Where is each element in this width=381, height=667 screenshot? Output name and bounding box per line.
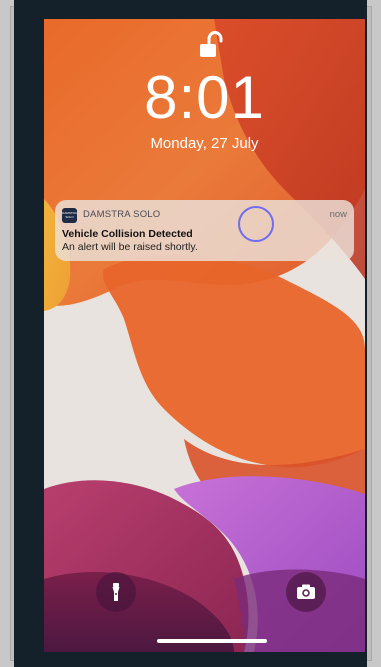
- touch-indicator: [238, 206, 274, 242]
- app-icon-label: DAMSTRA SOLO: [62, 211, 77, 219]
- flashlight-button[interactable]: [96, 572, 136, 612]
- phone-frame: 8:01 Monday, 27 July DAMSTRA SOLO DAMSTR…: [14, 0, 367, 667]
- app-icon: DAMSTRA SOLO: [62, 208, 77, 223]
- lock-screen-time: 8:01: [144, 64, 265, 131]
- notification-time: now: [329, 209, 347, 220]
- notification-title: Vehicle Collision Detected: [62, 228, 193, 240]
- camera-icon: [297, 584, 315, 599]
- camera-button[interactable]: [286, 572, 326, 612]
- notification-header: DAMSTRA SOLO DAMSTRA SOLO now: [62, 208, 347, 224]
- notification-card[interactable]: DAMSTRA SOLO DAMSTRA SOLO now Vehicle Co…: [55, 200, 354, 261]
- home-indicator[interactable]: [157, 639, 267, 643]
- unlocked-padlock-icon: [187, 30, 227, 61]
- lock-screen-date: Monday, 27 July: [150, 135, 259, 152]
- notification-body: An alert will be raised shortly.: [62, 241, 198, 253]
- lock-screen: 8:01 Monday, 27 July DAMSTRA SOLO DAMSTR…: [44, 19, 365, 652]
- notification-app-name: DAMSTRA SOLO: [83, 209, 161, 220]
- flashlight-icon: [112, 583, 120, 601]
